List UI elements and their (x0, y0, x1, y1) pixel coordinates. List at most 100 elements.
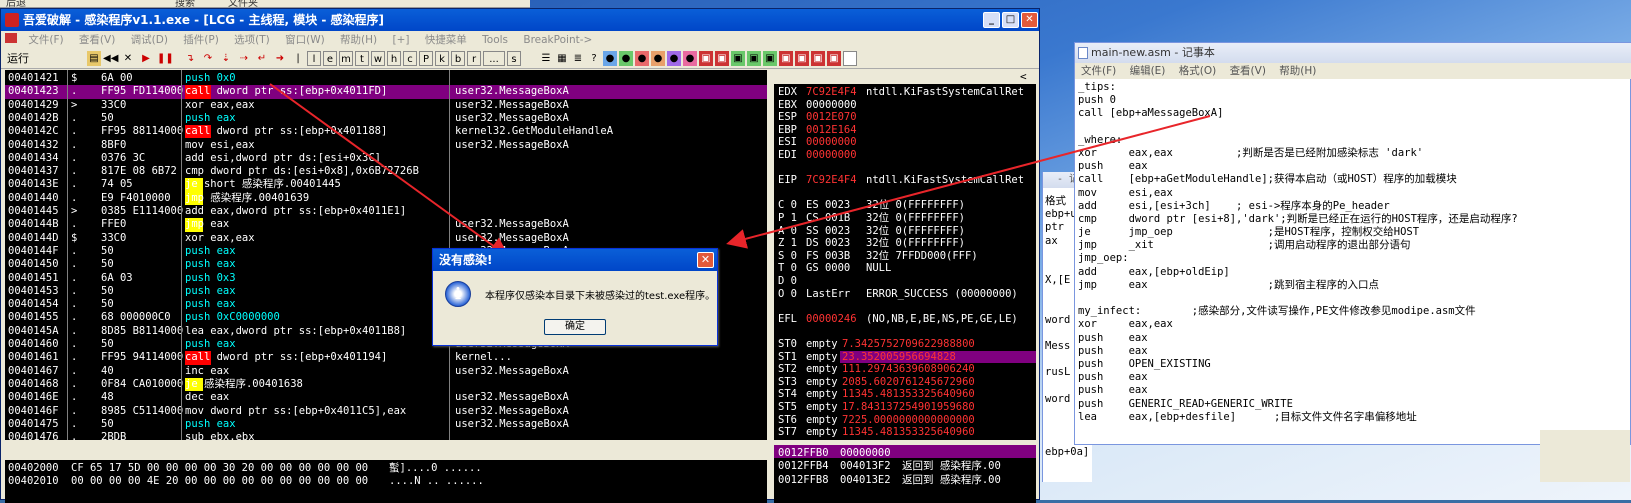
cpu-row[interactable]: 0040144B. FFE0 jmp eax user32.MessageBoxA (5, 218, 767, 232)
plugin16-icon[interactable] (843, 51, 857, 66)
menu-tools[interactable]: Tools (482, 34, 508, 46)
cpu-row[interactable]: 00401445 >0385 E1114000 add eax,dword ptr … (5, 205, 767, 218)
execute-till-return-icon[interactable]: ↵ (255, 51, 269, 66)
window-w-button[interactable]: w (371, 51, 385, 66)
trace-into-icon[interactable]: ⇣ (219, 51, 233, 66)
window-e-button[interactable]: e (323, 51, 337, 66)
window-s-button[interactable]: s (507, 51, 521, 66)
column-separator[interactable] (67, 70, 68, 440)
plugin3-icon[interactable]: ● (635, 51, 649, 66)
np-menu-format[interactable]: 格式(O) (1179, 65, 1216, 77)
cpu-row[interactable]: 00401468. 0F84 CA010000 je 感染程序.00401638 (5, 377, 767, 392)
window-r-button[interactable]: r (467, 51, 481, 66)
menu-file[interactable]: 文件(F) (28, 34, 63, 46)
cpu-row[interactable]: 0040146F. 8985 C5114000 mov dword ptr ss:[… (5, 405, 767, 418)
plugin13-icon[interactable]: ▣ (795, 51, 809, 66)
toolbar-search[interactable]: 搜索 (175, 0, 195, 7)
menu-shortcut[interactable]: 快捷菜单 (425, 34, 467, 46)
trace-over-icon[interactable]: ⇢ (237, 51, 251, 66)
stack-pane[interactable]: 0012FFB0 00000000 0012FFB4 004013F2 返回到 感染程序… (774, 445, 1036, 503)
cpu-row[interactable]: 0040146E. 48 dec eax user32.MessageBoxA (5, 391, 767, 404)
window-h-button[interactable]: h (387, 51, 401, 66)
dialog-close-icon[interactable]: ✕ (697, 252, 714, 268)
run-icon[interactable]: ▶ (139, 51, 153, 66)
cpu-row[interactable]: 00401467. 40 inc eax user32.MessageBoxA (5, 365, 767, 378)
cpu-row[interactable]: 0040144D $33C0 xor eax,eax user32.MessageBo… (5, 232, 767, 245)
cpu-row[interactable]: 00401429 >33C0 xor eax,eax user32.MessageBo… (5, 99, 767, 112)
close-debug-icon[interactable]: ✕ (121, 51, 135, 66)
plugin8-icon[interactable]: ▣ (715, 51, 729, 66)
step-into-icon[interactable]: ↴ (183, 51, 197, 66)
menu-window[interactable]: 窗口(W) (285, 34, 325, 46)
menu-plugins[interactable]: 插件(P) (183, 34, 219, 46)
notepad-titlebar[interactable]: main-new.asm - 记事本 (1075, 43, 1631, 63)
list-icon[interactable]: ☰ (539, 51, 553, 66)
cpu-disasm: push eax (185, 258, 236, 271)
minimize-icon[interactable]: _ (983, 12, 1000, 28)
dialog-titlebar[interactable]: 没有感染! (433, 249, 717, 271)
plugin11-icon[interactable]: ▣ (763, 51, 777, 66)
cpu-row[interactable]: 0040142C. FF95 88114000 call dword ptr ss:… (5, 125, 767, 139)
pause-icon[interactable]: ❚❚ (157, 51, 174, 66)
window-b-button[interactable]: b (451, 51, 465, 66)
dump-col-ascii[interactable]: ASCII (389, 490, 422, 503)
cpu-row[interactable]: 00401421 $6A 00 push 0x0 (5, 72, 767, 85)
menu-debug[interactable]: 调试(D) (131, 34, 168, 46)
np-menu-view[interactable]: 查看(V) (1230, 65, 1266, 77)
restart-icon[interactable]: ◀◀ (103, 51, 118, 66)
column-separator[interactable] (181, 70, 182, 440)
menu-help[interactable]: 帮助(H) (340, 34, 377, 46)
menu-options[interactable]: 选项(T) (234, 34, 270, 46)
cpu-row[interactable]: 0040143E. 74 05 je short 感染程序.00401445 (5, 178, 767, 192)
cpu-row[interactable]: 00401423. FF95 FD114000 call dword ptr ss:… (5, 85, 767, 99)
cpu-row[interactable]: 00401434. 0376 3C add esi,dword ptr ds:[es… (5, 152, 767, 165)
grid-icon[interactable]: ▦ (555, 51, 569, 66)
np-menu-file[interactable]: 文件(F) (1081, 65, 1116, 77)
open-icon[interactable]: ▤ (87, 51, 101, 66)
ollydbg-titlebar[interactable]: 吾爱破解 - 感染程序v1.1.exe - [LCG - 主线程, 模块 - 感… (1, 9, 1039, 31)
help-icon[interactable]: ? (587, 51, 601, 66)
ok-button[interactable]: 确定 (544, 319, 606, 335)
cpu-row[interactable]: 00401440. E9 F4010000 jmp 感染程序.00401639 (5, 191, 767, 205)
plugin7-icon[interactable]: ▣ (699, 51, 713, 66)
window-c-button[interactable]: c (403, 51, 417, 66)
cpu-row[interactable]: 00401476. 2BDB sub ebx,ebx (5, 431, 767, 440)
registers-pane[interactable]: 寄存器 (FPU) < EDX 7C92E4F4 ntdll.KiFastSyste… (774, 70, 1036, 440)
close-icon[interactable]: ✕ (1021, 12, 1038, 28)
goto-icon[interactable]: ➜ (273, 51, 287, 66)
plugin14-icon[interactable]: ▣ (811, 51, 825, 66)
cpu-row[interactable]: 0040142B. 50 push eax user32.MessageBoxA (5, 112, 767, 125)
toolbar-back[interactable]: 后退 (6, 0, 26, 7)
plugin12-icon[interactable]: ▣ (779, 51, 793, 66)
plugin10-icon[interactable]: ▣ (747, 51, 761, 66)
menu-breakpoint[interactable]: BreakPoint-> (523, 34, 592, 46)
cpu-row[interactable]: 00401461. FF95 94114000 call dword ptr ss:… (5, 351, 767, 365)
plugin9-icon[interactable]: ▣ (731, 51, 745, 66)
np-menu-help[interactable]: 帮助(H) (1279, 65, 1316, 77)
hex-dump-pane[interactable]: 地址 HEX 数据 ASCII 00402000 CF 65 17 5D 00 0… (5, 445, 767, 503)
window-m-button[interactable]: m (339, 51, 353, 66)
plugin2-icon[interactable]: ● (619, 51, 633, 66)
window-p-button[interactable]: P (419, 51, 433, 66)
plugin4-icon[interactable]: ● (651, 51, 665, 66)
menu-plus[interactable]: [+] (392, 34, 409, 46)
menu-view[interactable]: 查看(V) (79, 34, 115, 46)
plugin5-icon[interactable]: ● (667, 51, 681, 66)
notepad-text-area[interactable]: _tips: push 0 call [ebp+aMessageBoxA] _wher… (1078, 81, 1518, 424)
cpu-row[interactable]: 00401432. 8BF0 mov esi,eax user32.MessageBo… (5, 139, 767, 152)
toolbar-folders[interactable]: 文件夹 (228, 0, 258, 7)
plugin1-icon[interactable]: ● (603, 51, 617, 66)
maximize-icon[interactable]: □ (1002, 12, 1019, 28)
cpu-row[interactable]: 00401475. 50 push eax user32.MessageBoxA (5, 418, 767, 431)
cpu-row[interactable]: 00401437. 817E 08 6B72 cmp dword ptr ds:[e… (5, 165, 767, 178)
plugin6-icon[interactable]: ● (683, 51, 697, 66)
list2-icon[interactable]: ≣ (571, 51, 585, 66)
plugin15-icon[interactable]: ▣ (827, 51, 841, 66)
window-dots-button[interactable]: ... (483, 51, 505, 66)
window-k-button[interactable]: k (435, 51, 449, 66)
window-t-button[interactable]: t (355, 51, 369, 66)
np-menu-edit[interactable]: 编辑(E) (1130, 65, 1166, 77)
window-l-button[interactable]: l (307, 51, 321, 66)
step-over-icon[interactable]: ↷ (201, 51, 215, 66)
chevron-left-icon[interactable]: < (1020, 70, 1027, 84)
